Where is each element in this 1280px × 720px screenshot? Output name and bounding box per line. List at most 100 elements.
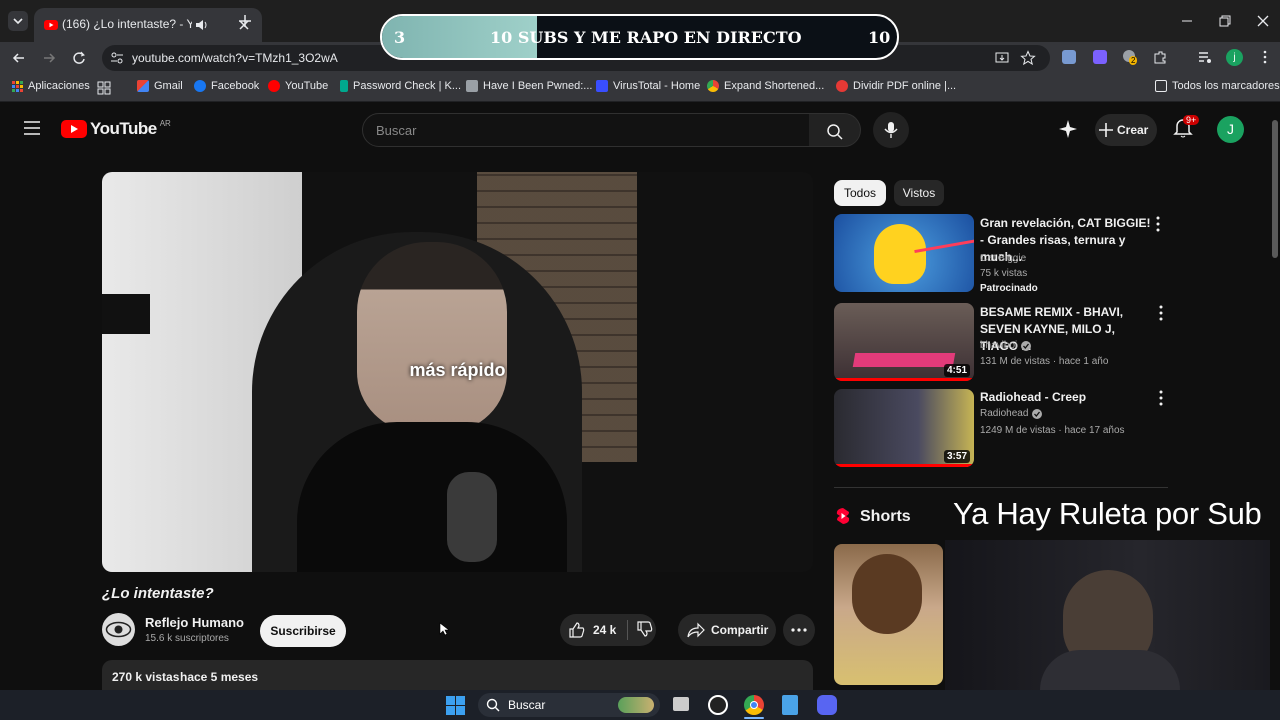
goal-target: 10 bbox=[868, 28, 891, 47]
description-box[interactable]: 270 k vistas hace 5 meses bbox=[102, 660, 813, 690]
scrollbar-thumb[interactable] bbox=[1272, 120, 1278, 258]
reco-thumbnail[interactable]: 3:57 bbox=[834, 389, 974, 467]
video-title: ¿Lo intentaste? bbox=[102, 585, 214, 602]
short-thumbnail[interactable] bbox=[834, 544, 943, 685]
profile-avatar[interactable]: j bbox=[1226, 49, 1243, 66]
create-button[interactable]: Crear bbox=[1095, 114, 1157, 146]
search-placeholder: Buscar bbox=[376, 123, 417, 138]
extension-icon[interactable] bbox=[1093, 50, 1107, 64]
reload-icon[interactable] bbox=[72, 51, 86, 65]
subscriber-count: 15.6 k suscriptores bbox=[145, 633, 229, 644]
webcam-person-body bbox=[1040, 650, 1180, 690]
notification-badge: 9+ bbox=[1183, 115, 1200, 125]
bookmark-gmail[interactable]: Gmail bbox=[137, 80, 183, 92]
taskbar-search[interactable]: Buscar bbox=[478, 693, 660, 717]
reco-menu-button[interactable] bbox=[1151, 215, 1165, 233]
bookmark-apps[interactable]: Aplicaciones bbox=[12, 80, 90, 92]
tab-search-button[interactable] bbox=[8, 11, 28, 31]
install-app-icon[interactable] bbox=[994, 50, 1010, 66]
new-tab-icon[interactable] bbox=[238, 14, 252, 28]
video-person-body bbox=[297, 422, 567, 572]
chrome-taskbar-icon[interactable] bbox=[744, 695, 764, 715]
duration-badge: 4:51 bbox=[943, 364, 970, 377]
divider bbox=[834, 487, 1168, 488]
filter-chip-todos[interactable]: Todos bbox=[834, 180, 886, 206]
bookmark-facebook[interactable]: Facebook bbox=[194, 80, 259, 92]
search-input[interactable]: Buscar bbox=[362, 113, 810, 147]
tab-groups-icon[interactable] bbox=[97, 81, 111, 95]
close-window-icon[interactable] bbox=[1256, 14, 1270, 28]
youtube-logo[interactable]: YouTube AR bbox=[61, 119, 171, 139]
bookmark-haveibeenpwned[interactable]: Have I Been Pwned:... bbox=[466, 80, 592, 92]
back-icon[interactable] bbox=[12, 51, 26, 65]
verified-icon bbox=[1032, 408, 1043, 419]
subscribe-button[interactable]: Suscribirse bbox=[260, 615, 346, 647]
thumbs-down-icon bbox=[637, 620, 653, 637]
view-count: 270 k vistas bbox=[112, 670, 180, 684]
site-info-icon[interactable] bbox=[110, 51, 124, 65]
bookmark-youtube[interactable]: YouTube bbox=[268, 80, 328, 92]
filter-chip-vistos[interactable]: Vistos bbox=[894, 180, 944, 206]
task-view-icon[interactable] bbox=[673, 697, 689, 711]
extension-badge: 2 bbox=[1129, 56, 1138, 65]
bookmark-dividir-pdf[interactable]: Dividir PDF online |... bbox=[836, 80, 956, 92]
notifications-button[interactable]: 9+ bbox=[1173, 115, 1200, 141]
discord-icon[interactable] bbox=[817, 695, 837, 715]
restore-icon[interactable] bbox=[1218, 14, 1232, 28]
all-bookmarks[interactable]: Todos los marcadores bbox=[1155, 80, 1280, 92]
media-control-icon[interactable] bbox=[1198, 50, 1212, 64]
reco-channel[interactable]: Cat Biggie bbox=[980, 251, 1026, 266]
reco-thumbnail[interactable] bbox=[834, 214, 974, 292]
share-button[interactable]: Compartir bbox=[678, 614, 776, 646]
more-vertical-icon bbox=[1159, 305, 1163, 321]
reco-title[interactable]: Radiohead - Creep bbox=[980, 389, 1152, 406]
share-icon bbox=[687, 622, 705, 638]
bookmark-label: VirusTotal - Home bbox=[613, 80, 701, 92]
hamburger-menu-icon[interactable] bbox=[23, 120, 41, 136]
notepad-icon[interactable] bbox=[782, 695, 798, 715]
video-player[interactable]: más rápido bbox=[102, 172, 813, 572]
puzzle-extensions-icon[interactable] bbox=[1153, 50, 1167, 64]
voice-search-button[interactable] bbox=[873, 112, 909, 148]
more-actions-button[interactable] bbox=[783, 614, 815, 646]
bookmark-star-icon[interactable] bbox=[1020, 50, 1036, 66]
channel-name[interactable]: Reflejo Humano bbox=[145, 615, 244, 630]
shorts-icon bbox=[836, 508, 850, 524]
video-frame-detail bbox=[102, 294, 150, 334]
bookmark-expand-shortened[interactable]: Expand Shortened... bbox=[707, 80, 824, 92]
channel-avatar[interactable] bbox=[102, 613, 135, 646]
avatar[interactable]: J bbox=[1217, 116, 1244, 143]
youtube-favicon-icon bbox=[44, 20, 58, 30]
extension-icon[interactable]: 2 bbox=[1123, 50, 1138, 65]
bookmark-password-check[interactable]: Password Check | K... bbox=[340, 80, 461, 92]
chrome-menu-icon[interactable] bbox=[1258, 50, 1272, 64]
shorts-heading: Shorts bbox=[860, 508, 911, 525]
bookmark-label: Expand Shortened... bbox=[724, 80, 825, 92]
apps-grid-icon bbox=[12, 80, 23, 92]
bookmark-label: Have I Been Pwned:... bbox=[483, 80, 593, 92]
bookmark-virustotal[interactable]: VirusTotal - Home bbox=[596, 80, 700, 92]
obs-icon[interactable] bbox=[708, 695, 728, 715]
reco-channel-row[interactable]: Radiohead bbox=[980, 406, 1043, 421]
reco-menu-button[interactable] bbox=[1154, 389, 1168, 407]
reco-channel-row[interactable]: bhaviboi bbox=[980, 338, 1032, 353]
gemini-icon[interactable] bbox=[1058, 119, 1078, 139]
goal-current: 3 bbox=[394, 28, 406, 47]
bookmark-label: Password Check | K... bbox=[353, 80, 462, 92]
dislike-button[interactable] bbox=[628, 620, 653, 640]
like-button[interactable]: 24 k bbox=[560, 620, 628, 640]
speaker-icon[interactable] bbox=[194, 18, 208, 32]
browser-tab-active[interactable]: (166) ¿Lo intentaste? - YouTube bbox=[34, 8, 262, 42]
minimize-icon[interactable] bbox=[1180, 14, 1194, 28]
extension-icon[interactable] bbox=[1062, 50, 1076, 64]
reco-menu-button[interactable] bbox=[1154, 304, 1168, 322]
virustotal-icon bbox=[596, 80, 608, 92]
webcam-feed bbox=[945, 540, 1270, 690]
windows-start-icon[interactable] bbox=[446, 696, 465, 715]
forward-icon[interactable] bbox=[42, 51, 56, 65]
folder-icon bbox=[1155, 80, 1167, 92]
search-button[interactable] bbox=[809, 113, 861, 147]
youtube-logo-icon bbox=[61, 120, 87, 138]
tab-title: (166) ¿Lo intentaste? - YouTube bbox=[62, 17, 192, 31]
reco-thumbnail[interactable]: 4:51 bbox=[834, 303, 974, 381]
